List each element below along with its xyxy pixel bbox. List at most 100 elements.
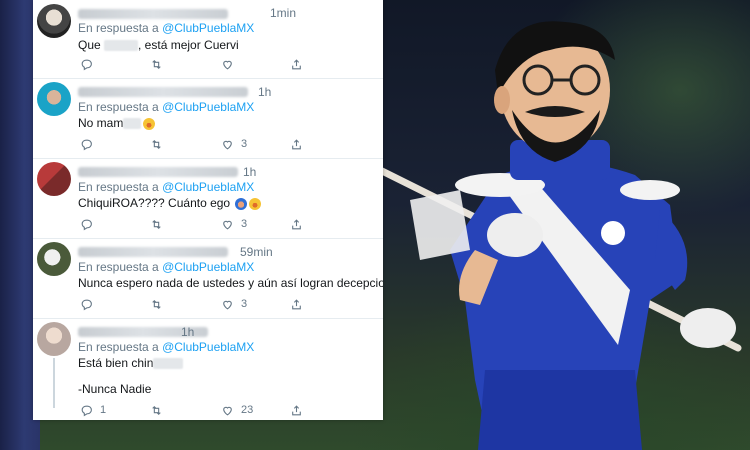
tweet-text-part: ChiquiROA???? Cuánto ego (78, 196, 234, 210)
reply-handle-link[interactable]: @ClubPueblaMX (162, 180, 254, 194)
tweet-text-part: Que (78, 38, 105, 52)
like-button[interactable]: 3 (221, 216, 247, 232)
share-icon (292, 218, 301, 229)
reply-context: En respuesta a @ClubPueblaMX (78, 340, 254, 354)
reply-button[interactable] (80, 296, 100, 312)
reply-handle-link[interactable]: @ClubPueblaMX (162, 260, 254, 274)
avatar[interactable] (37, 242, 71, 276)
tweet-reply[interactable]: 1min En respuesta a @ClubPueblaMX Que , … (33, 0, 383, 79)
author-name-redacted[interactable] (78, 246, 228, 257)
author-row (78, 83, 378, 99)
tweet-text-part: , está mejor Cuervi (138, 38, 239, 52)
tweet-timestamp[interactable]: 59min (240, 245, 273, 259)
tweet-timestamp[interactable]: 1min (270, 6, 296, 20)
share-button[interactable] (290, 402, 303, 418)
reply-icon (81, 299, 92, 310)
tweet-text: Nunca espero nada de ustedes y aún así l… (78, 276, 383, 290)
share-button[interactable] (290, 136, 303, 152)
like-button[interactable]: 23 (221, 402, 253, 418)
reply-icon (81, 219, 92, 230)
reply-button[interactable] (80, 56, 100, 72)
share-icon (292, 138, 301, 149)
author-row (78, 323, 378, 339)
tweet-actions: 3 (78, 296, 348, 312)
retweet-button[interactable] (150, 296, 170, 312)
tweet-text: ChiquiROA???? Cuánto ego (78, 196, 262, 210)
avatar[interactable] (37, 162, 71, 196)
retweet-icon (152, 219, 161, 229)
censored-word (153, 358, 184, 370)
tweet-text-part: Nunca espero nada de ustedes y aún así l… (78, 276, 383, 290)
censored-word (104, 40, 139, 52)
reply-prefix: En respuesta a (78, 180, 159, 194)
share-button[interactable] (290, 56, 303, 72)
laughing-emoji-icon (249, 197, 262, 210)
like-count: 23 (241, 404, 254, 416)
author-row (78, 243, 378, 259)
reply-prefix: En respuesta a (78, 260, 159, 274)
like-button[interactable]: 3 (221, 296, 247, 312)
reply-prefix: En respuesta a (78, 340, 159, 354)
avatar[interactable] (37, 82, 71, 116)
reply-prefix: En respuesta a (78, 21, 159, 35)
reply-prefix: En respuesta a (78, 100, 159, 114)
reply-context: En respuesta a @ClubPueblaMX (78, 260, 254, 274)
share-icon (292, 58, 301, 69)
thread-connector (53, 358, 55, 408)
share-button[interactable] (290, 216, 303, 232)
share-button[interactable] (290, 296, 303, 312)
retweet-button[interactable] (150, 56, 170, 72)
like-count: 3 (241, 218, 248, 230)
tweet-reply[interactable]: 1h En respuesta a @ClubPueblaMX Está bie… (33, 318, 383, 420)
face-emoji-icon (235, 197, 248, 210)
tweet-reply[interactable]: 59min En respuesta a @ClubPueblaMX Nunca… (33, 238, 383, 319)
reply-button[interactable] (80, 216, 100, 232)
reply-handle-link[interactable]: @ClubPueblaMX (162, 340, 254, 354)
reply-handle-link[interactable]: @ClubPueblaMX (162, 21, 254, 35)
tweet-timestamp[interactable]: 1h (258, 85, 271, 99)
reply-handle-link[interactable]: @ClubPueblaMX (162, 100, 254, 114)
tweet-text: No mam (78, 116, 156, 130)
retweet-icon (152, 59, 161, 69)
author-row (78, 163, 378, 179)
tweet-timestamp[interactable]: 1h (181, 325, 194, 339)
like-button[interactable]: 3 (221, 136, 247, 152)
tweet-text: Está bien chin (78, 356, 184, 370)
tweet-actions (78, 56, 348, 72)
tweet-actions: 1 23 (78, 402, 348, 418)
retweet-button[interactable] (150, 216, 170, 232)
tweet-signature: -Nunca Nadie (78, 382, 152, 396)
tweet-text-part: Está bien chin (78, 356, 154, 370)
tweet-reply[interactable]: 1h En respuesta a @ClubPueblaMX No mam 3 (33, 78, 383, 159)
reply-context: En respuesta a @ClubPueblaMX (78, 100, 254, 114)
reply-icon (81, 139, 92, 150)
like-button[interactable] (221, 56, 241, 72)
author-name-redacted[interactable] (78, 86, 248, 97)
reply-icon (81, 59, 92, 70)
retweet-button[interactable] (150, 402, 170, 418)
reply-context: En respuesta a @ClubPueblaMX (78, 180, 254, 194)
like-count: 3 (241, 138, 248, 150)
heart-icon (223, 140, 232, 149)
avatar[interactable] (37, 4, 71, 38)
mascot-photo (380, 21, 742, 450)
share-icon (292, 298, 301, 309)
avatar[interactable] (37, 322, 71, 356)
reply-count: 1 (100, 404, 107, 416)
tweet-replies-panel: 1min En respuesta a @ClubPueblaMX Que , … (33, 0, 383, 420)
heart-icon (223, 220, 232, 229)
author-row (78, 5, 378, 21)
tweet-reply[interactable]: 1h En respuesta a @ClubPueblaMX ChiquiRO… (33, 158, 383, 239)
reply-button[interactable] (80, 136, 100, 152)
author-name-redacted[interactable] (78, 8, 228, 19)
reply-button[interactable]: 1 (80, 402, 106, 418)
tweet-text-part: No mam (78, 116, 124, 130)
tweet-text: Que , está mejor Cuervi (78, 38, 239, 52)
tweet-timestamp[interactable]: 1h (243, 165, 256, 179)
author-name-redacted[interactable] (78, 166, 238, 177)
reply-icon (81, 405, 92, 416)
retweet-button[interactable] (150, 136, 170, 152)
censored-word (123, 118, 142, 130)
laughing-emoji-icon (143, 117, 156, 130)
retweet-icon (152, 139, 161, 149)
